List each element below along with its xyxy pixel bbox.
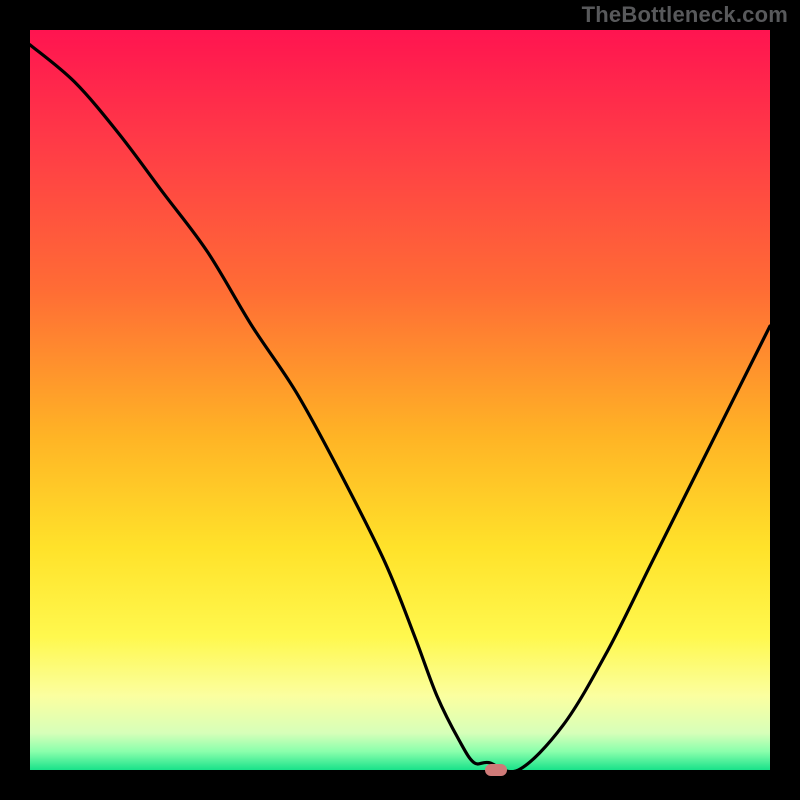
chart-frame: TheBottleneck.com — [0, 0, 800, 800]
plot-area — [30, 30, 770, 770]
gradient-background — [30, 30, 770, 770]
optimal-marker — [485, 764, 507, 776]
plot-svg — [30, 30, 770, 770]
watermark-text: TheBottleneck.com — [582, 2, 788, 28]
